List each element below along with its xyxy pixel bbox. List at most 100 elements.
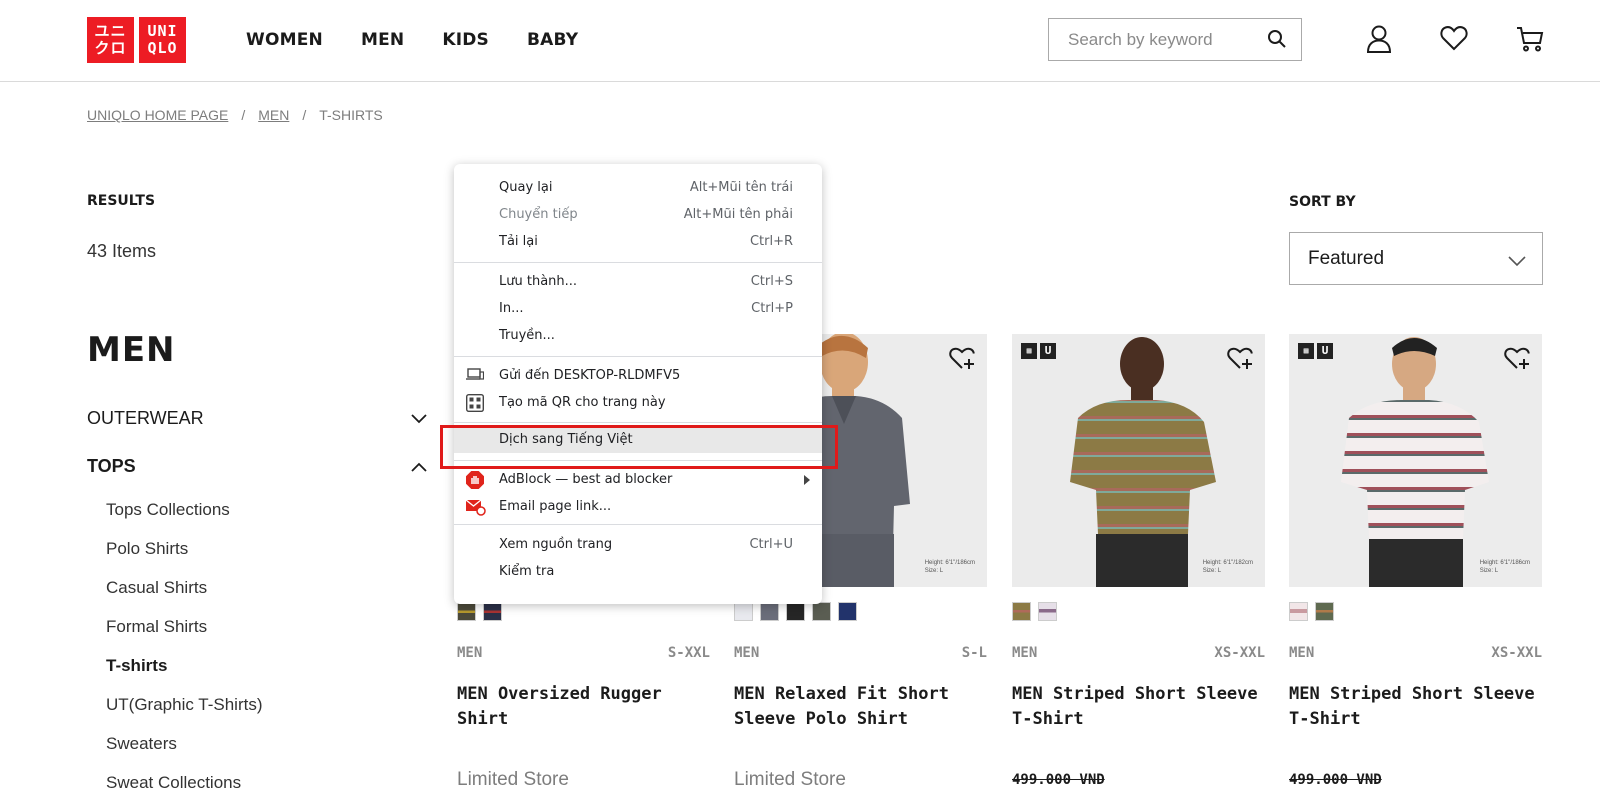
menu-item-adblock[interactable]: AdBlock — best ad blocker <box>454 466 822 493</box>
wishlist-heart-icon[interactable] <box>1440 25 1468 56</box>
account-icon[interactable] <box>1366 25 1392 58</box>
site-header: ユニ クロ UNI QLO WOMEN MEN KIDS BABY <box>0 0 1600 82</box>
menu-item-print[interactable]: In... Ctrl+P <box>454 295 822 322</box>
logo-katakana-block: ユニ クロ <box>87 17 134 63</box>
chevron-up-icon <box>411 456 427 477</box>
nav-women[interactable]: WOMEN <box>246 30 323 50</box>
breadcrumb-home[interactable]: UNIQLO HOME PAGE <box>87 107 228 123</box>
model-height-note: Height: 6'1"/182cm Size: L <box>1202 560 1253 574</box>
uniqlo-mini-logo-icon: ▦ <box>1021 343 1037 359</box>
subcategory-sweaters[interactable]: Sweaters <box>106 734 177 754</box>
logo-text-qlo: QLO <box>147 39 178 57</box>
search-box <box>1048 18 1302 61</box>
nav-kids[interactable]: KIDS <box>442 30 489 50</box>
color-swatch[interactable] <box>1038 602 1057 621</box>
menu-separator <box>454 262 822 263</box>
search-icon[interactable] <box>1267 29 1287 54</box>
cart-icon[interactable] <box>1516 25 1544 58</box>
product-image[interactable]: ▦ U Height: 6'1"/186cm Size: L <box>1289 334 1542 587</box>
menu-item-forward[interactable]: Chuyển tiếp Alt+Mũi tên phải <box>454 201 822 228</box>
u-logo-icon: U <box>1040 343 1056 359</box>
menu-separator <box>454 524 822 525</box>
subcategory-formal-shirts[interactable]: Formal Shirts <box>106 617 207 637</box>
add-to-wishlist-icon[interactable] <box>1227 347 1253 376</box>
menu-item-label: Lưu thành... <box>499 274 578 289</box>
qr-code-icon <box>465 393 485 413</box>
product-card[interactable]: ▦ U Height: 6'1"/186cm Size: L MEN XS-XX… <box>1289 334 1542 788</box>
product-title[interactable]: MEN Oversized Rugger Shirt <box>457 682 710 764</box>
menu-separator <box>454 356 822 357</box>
color-swatch[interactable] <box>812 602 831 621</box>
submenu-arrow-icon <box>804 474 810 489</box>
email-icon <box>465 498 486 516</box>
subcategory-ut-graphic[interactable]: UT(Graphic T-Shirts) <box>106 695 263 715</box>
product-title[interactable]: MEN Striped Short Sleeve T-Shirt <box>1289 682 1542 764</box>
add-to-wishlist-icon[interactable] <box>949 347 975 376</box>
category-label: TOPS <box>87 456 136 476</box>
logo-text-uni: UNI <box>147 22 178 40</box>
menu-item-reload[interactable]: Tải lại Ctrl+R <box>454 228 822 255</box>
category-label: OUTERWEAR <box>87 408 204 428</box>
color-swatch[interactable] <box>1315 602 1334 621</box>
menu-item-translate[interactable]: Dịch sang Tiếng Việt <box>454 426 822 453</box>
menu-item-label: Email page link... <box>499 499 612 514</box>
menu-item-email-link[interactable]: Email page link... <box>454 493 822 520</box>
menu-item-shortcut: Alt+Mũi tên phải <box>683 207 793 222</box>
product-card[interactable]: ▦ U Height: 6'1"/182cm Size: L MEN XS-XX… <box>1012 334 1265 788</box>
menu-item-shortcut: Ctrl+R <box>749 234 793 249</box>
subcategory-casual-shirts[interactable]: Casual Shirts <box>106 578 207 598</box>
nav-baby[interactable]: BABY <box>527 30 578 50</box>
menu-item-back[interactable]: Quay lại Alt+Mũi tên trái <box>454 174 822 201</box>
chevron-down-icon <box>1508 251 1526 273</box>
menu-item-shortcut: Ctrl+P <box>751 301 793 316</box>
menu-item-qr-code[interactable]: Tạo mã QR cho trang này <box>454 389 822 416</box>
subcategory-t-shirts[interactable]: T-shirts <box>106 656 167 676</box>
uniqlo-logo[interactable]: ユニ クロ UNI QLO <box>87 17 186 63</box>
main-nav: WOMEN MEN KIDS BABY <box>246 30 616 50</box>
subcategory-tops-collections[interactable]: Tops Collections <box>106 500 230 520</box>
category-tops[interactable]: TOPS <box>87 456 427 477</box>
product-title[interactable]: MEN Striped Short Sleeve T-Shirt <box>1012 682 1265 764</box>
color-swatch[interactable] <box>1012 602 1031 621</box>
menu-item-shortcut: Ctrl+U <box>749 537 793 552</box>
menu-item-save-as[interactable]: Lưu thành... Ctrl+S <box>454 268 822 295</box>
product-image[interactable]: ▦ U Height: 6'1"/182cm Size: L <box>1012 334 1265 587</box>
menu-item-label: In... <box>499 301 524 316</box>
menu-item-label: Gửi đến DESKTOP-RLDMFV5 <box>499 368 681 383</box>
color-swatches <box>457 602 710 622</box>
menu-item-shortcut: Alt+Mũi tên trái <box>689 180 793 195</box>
product-sizes: S-XXL <box>667 645 710 661</box>
sort-dropdown[interactable]: Featured <box>1289 232 1543 285</box>
color-swatch[interactable] <box>786 602 805 621</box>
product-sizes: XS-XXL <box>1491 645 1542 661</box>
color-swatch[interactable] <box>483 602 502 621</box>
color-swatch[interactable] <box>734 602 753 621</box>
uniqlo-mini-logo-icon: ▦ <box>1298 343 1314 359</box>
u-logo-icon: U <box>1317 343 1333 359</box>
laptop-device-icon <box>466 367 485 385</box>
menu-item-label: Chuyển tiếp <box>499 207 578 222</box>
nav-men[interactable]: MEN <box>361 30 404 50</box>
product-title[interactable]: MEN Relaxed Fit Short Sleeve Polo Shirt <box>734 682 987 764</box>
color-swatch[interactable] <box>1289 602 1308 621</box>
product-meta: MEN S-XXL <box>457 645 710 661</box>
menu-item-cast[interactable]: Truyền... <box>454 322 822 349</box>
category-outerwear[interactable]: OUTERWEAR <box>87 408 427 429</box>
menu-item-label: Tạo mã QR cho trang này <box>499 395 666 410</box>
menu-item-send-to-device[interactable]: Gửi đến DESKTOP-RLDMFV5 <box>454 362 822 389</box>
menu-item-label: Kiểm tra <box>499 564 555 579</box>
color-swatch[interactable] <box>457 602 476 621</box>
menu-item-shortcut: Ctrl+S <box>750 274 793 289</box>
color-swatch[interactable] <box>838 602 857 621</box>
search-input[interactable] <box>1068 29 1258 50</box>
add-to-wishlist-icon[interactable] <box>1504 347 1530 376</box>
menu-item-inspect[interactable]: Kiểm tra <box>454 558 822 585</box>
breadcrumb-men[interactable]: MEN <box>258 107 289 123</box>
color-swatch[interactable] <box>760 602 779 621</box>
breadcrumb-separator: / <box>302 107 307 123</box>
subcategory-polo-shirts[interactable]: Polo Shirts <box>106 539 188 559</box>
subcategory-sweat-collections[interactable]: Sweat Collections <box>106 773 241 793</box>
menu-item-view-source[interactable]: Xem nguồn trang Ctrl+U <box>454 531 822 558</box>
browser-context-menu: Quay lại Alt+Mũi tên trái Chuyển tiếp Al… <box>454 164 822 604</box>
breadcrumb: UNIQLO HOME PAGE / MEN / T-SHIRTS <box>87 107 383 123</box>
